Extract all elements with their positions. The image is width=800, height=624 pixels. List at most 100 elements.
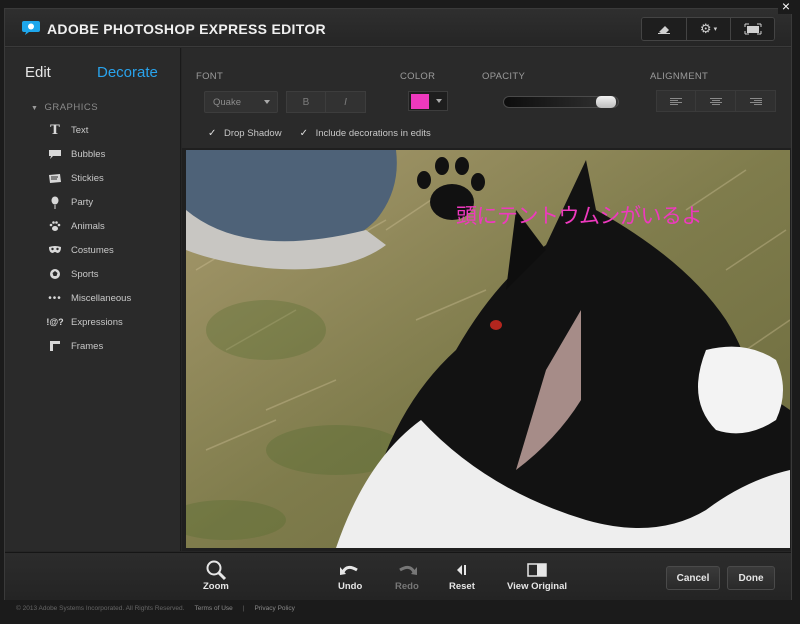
done-button[interactable]: Done <box>727 566 775 590</box>
paw-icon <box>47 219 63 233</box>
editor-window: ADOBE PHOTOSHOP EXPRESS EDITOR ⚙ ▾ Edit <box>4 8 792 600</box>
mode-tabs: Edit Decorate <box>25 64 175 84</box>
mask-icon <box>47 243 63 257</box>
view-original-button[interactable]: View Original <box>507 559 567 592</box>
opacity-label: OPACITY <box>482 71 526 82</box>
sidebar-item-expressions[interactable]: !@? Expressions <box>46 310 177 334</box>
redo-button[interactable]: Redo <box>395 559 419 592</box>
font-select-value: Quake <box>213 97 241 108</box>
sidebar-item-label: Miscellaneous <box>71 292 132 304</box>
frame-icon <box>47 339 63 353</box>
sidebar-item-label: Costumes <box>71 244 114 256</box>
checkmark-icon: ✓ <box>299 128 308 139</box>
undo-icon <box>339 559 361 581</box>
graphics-group-header[interactable]: ▼ GRAPHICS <box>31 102 98 113</box>
photoshop-express-logo <box>22 21 40 35</box>
sidebar-item-animals[interactable]: Animals <box>47 214 177 238</box>
text-icon: T <box>50 122 60 138</box>
footer-separator: | <box>242 605 245 612</box>
zoom-label: Zoom <box>203 581 229 592</box>
align-center-icon <box>709 97 722 105</box>
expand-triangle-icon: ▼ <box>31 105 39 112</box>
dots-icon: ••• <box>48 292 62 304</box>
alignment-label: ALIGNMENT <box>650 71 709 82</box>
sticky-icon <box>47 171 63 185</box>
option-checkboxes: ✓ Drop Shadow ✓ Include decorations in e… <box>208 128 449 139</box>
align-center-button[interactable] <box>696 90 736 112</box>
zoom-button[interactable]: Zoom <box>203 559 229 592</box>
sidebar-item-sports[interactable]: Sports <box>47 262 177 286</box>
close-icon[interactable]: × <box>778 0 794 14</box>
app-title: ADOBE PHOTOSHOP EXPRESS EDITOR <box>47 21 326 37</box>
chevron-down-icon: ▾ <box>713 26 718 33</box>
graphics-category-list: T Text Bubbles Stickies Party Animals Co… <box>46 118 177 358</box>
color-label: COLOR <box>400 71 436 82</box>
chevron-down-icon <box>436 99 442 103</box>
text-options-panel: FONT Quake B I COLOR OPACITY ALIGNMENT ✓… <box>182 48 791 148</box>
symbols-icon: !@? <box>46 317 64 327</box>
font-select[interactable]: Quake <box>204 91 278 113</box>
titlebar-actions: ⚙ ▾ <box>641 17 775 41</box>
sidebar-item-costumes[interactable]: Costumes <box>47 238 177 262</box>
bubble-icon <box>47 147 63 161</box>
sidebar-item-party[interactable]: Party <box>47 190 177 214</box>
privacy-link[interactable]: Privacy Policy <box>254 605 294 612</box>
redo-label: Redo <box>395 581 419 592</box>
compare-icon <box>527 559 547 581</box>
title-bar: ADOBE PHOTOSHOP EXPRESS EDITOR ⚙ ▾ <box>5 9 791 47</box>
drop-shadow-label: Drop Shadow <box>224 128 282 139</box>
italic-button[interactable]: I <box>326 91 366 113</box>
align-left-icon <box>670 97 682 105</box>
opacity-slider[interactable] <box>503 96 619 108</box>
eraser-button[interactable] <box>642 18 686 40</box>
terms-link[interactable]: Terms of Use <box>194 605 232 612</box>
checkmark-icon: ✓ <box>208 128 217 139</box>
sidebar-item-stickies[interactable]: Stickies <box>47 166 177 190</box>
sidebar-item-label: Text <box>71 124 89 136</box>
opacity-slider-handle[interactable] <box>596 96 616 108</box>
reset-label: Reset <box>449 581 475 592</box>
eraser-icon <box>658 26 670 34</box>
sidebar-item-label: Expressions <box>71 316 123 328</box>
reset-button[interactable]: Reset <box>449 559 475 592</box>
ball-icon <box>47 267 63 281</box>
sidebar-item-bubbles[interactable]: Bubbles <box>47 142 177 166</box>
footer: © 2013 Adobe Systems Incorporated. All R… <box>16 605 305 612</box>
left-panel: Edit Decorate ▼ GRAPHICS T Text Bubbles S… <box>5 48 181 551</box>
magnifier-icon <box>205 559 227 581</box>
group-label: GRAPHICS <box>44 102 99 113</box>
bold-button[interactable]: B <box>286 91 326 113</box>
font-label: FONT <box>196 71 224 82</box>
undo-button[interactable]: Undo <box>338 559 362 592</box>
drop-shadow-checkbox[interactable]: ✓ Drop Shadow <box>208 128 282 139</box>
alignment-buttons <box>656 90 776 112</box>
sidebar-item-label: Sports <box>71 268 99 280</box>
sidebar-item-miscellaneous[interactable]: ••• Miscellaneous <box>47 286 177 310</box>
color-picker[interactable] <box>408 91 448 111</box>
cancel-button[interactable]: Cancel <box>666 566 720 590</box>
sidebar-item-frames[interactable]: Frames <box>47 334 177 358</box>
tab-edit[interactable]: Edit <box>25 64 51 81</box>
chevron-down-icon <box>264 100 270 104</box>
align-left-button[interactable] <box>656 90 696 112</box>
fullscreen-button[interactable] <box>730 18 774 40</box>
sidebar-item-label: Animals <box>71 220 105 232</box>
bottom-toolbar: Zoom Undo Redo Reset View Original Cance… <box>5 552 791 600</box>
align-right-icon <box>749 97 762 105</box>
settings-button[interactable]: ⚙ ▾ <box>686 18 730 40</box>
gear-icon: ⚙ <box>699 21 712 36</box>
view-original-label: View Original <box>507 581 568 592</box>
photo-canvas[interactable]: 頭にテントウムシがいるよ <box>186 150 790 548</box>
decoration-text-overlay[interactable]: 頭にテントウムシがいるよ <box>456 200 703 230</box>
fullscreen-icon <box>744 23 761 35</box>
redo-icon <box>396 559 418 581</box>
sidebar-item-text[interactable]: T Text <box>47 118 177 142</box>
copyright-text: © 2013 Adobe Systems Incorporated. All R… <box>16 605 185 612</box>
sidebar-item-label: Bubbles <box>71 148 106 160</box>
tab-decorate[interactable]: Decorate <box>97 64 158 81</box>
reset-icon <box>455 559 469 581</box>
font-style-buttons: B I <box>286 91 366 113</box>
include-decorations-checkbox[interactable]: ✓ Include decorations in edits <box>300 128 431 139</box>
align-right-button[interactable] <box>736 90 776 112</box>
canvas-area: 頭にテントウムシがいるよ <box>182 148 791 551</box>
